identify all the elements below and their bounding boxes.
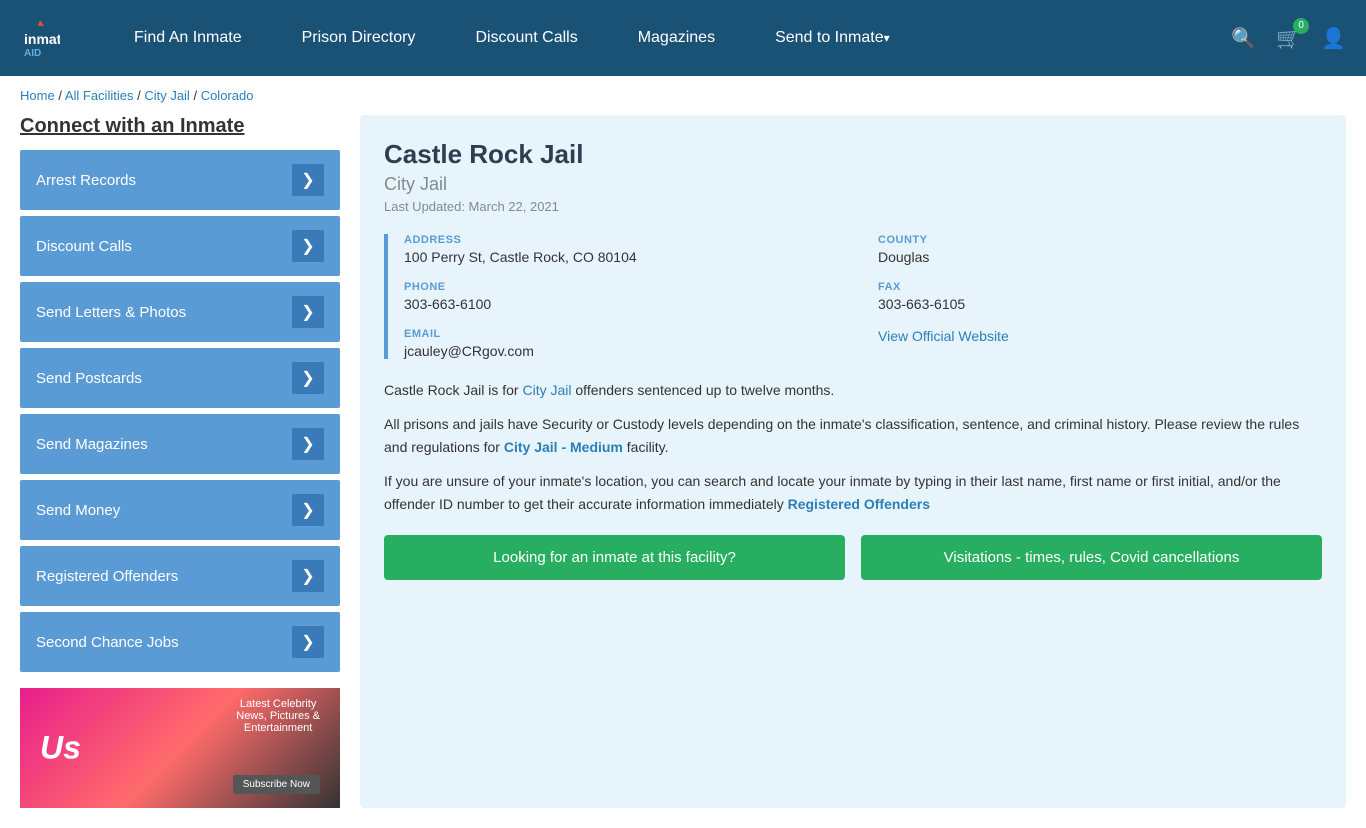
sidebar-item-label: Send Letters & Photos <box>36 304 186 321</box>
site-header: inmate AID Find An Inmate Prison Directo… <box>0 0 1366 76</box>
phone-block: PHONE 303-663-6100 <box>404 281 848 312</box>
breadcrumb-home[interactable]: Home <box>20 88 55 103</box>
facility-content: Castle Rock Jail City Jail Last Updated:… <box>360 115 1346 808</box>
sidebar-item-send-letters[interactable]: Send Letters & Photos ❯ <box>20 282 340 342</box>
phone-label: PHONE <box>404 281 848 293</box>
sidebar-ad[interactable]: Us Latest Celebrity News, Pictures & Ent… <box>20 688 340 808</box>
registered-offenders-link[interactable]: Registered Offenders <box>788 496 930 512</box>
website-link[interactable]: View Official Website <box>878 328 1009 344</box>
cart-icon[interactable]: 🛒 0 <box>1276 26 1301 51</box>
breadcrumb-all-facilities[interactable]: All Facilities <box>65 88 134 103</box>
breadcrumb: Home / All Facilities / City Jail / Colo… <box>0 76 1366 115</box>
arrow-icon: ❯ <box>292 494 324 526</box>
nav-send-to-inmate[interactable]: Send to Inmate <box>745 0 920 76</box>
website-block: View Official Website <box>878 328 1322 359</box>
fax-value: 303-663-6105 <box>878 296 1322 312</box>
action-buttons: Looking for an inmate at this facility? … <box>384 535 1322 580</box>
main-layout: Connect with an Inmate Arrest Records ❯ … <box>0 115 1366 828</box>
email-value: jcauley@CRgov.com <box>404 343 848 359</box>
county-value: Douglas <box>878 249 1322 265</box>
city-jail-link-1[interactable]: City Jail <box>522 382 571 398</box>
breadcrumb-city-jail[interactable]: City Jail <box>144 88 190 103</box>
arrow-icon: ❯ <box>292 164 324 196</box>
search-icon[interactable]: 🔍 <box>1231 26 1256 51</box>
desc-paragraph-2: All prisons and jails have Security or C… <box>384 413 1322 458</box>
sidebar-title: Connect with an Inmate <box>20 115 340 138</box>
facility-title: Castle Rock Jail <box>384 139 1322 170</box>
ad-logo: Us <box>40 730 81 767</box>
address-label: ADDRESS <box>404 234 848 246</box>
sidebar-item-discount-calls[interactable]: Discount Calls ❯ <box>20 216 340 276</box>
arrow-icon: ❯ <box>292 560 324 592</box>
sidebar-item-second-chance-jobs[interactable]: Second Chance Jobs ❯ <box>20 612 340 672</box>
sidebar-item-send-postcards[interactable]: Send Postcards ❯ <box>20 348 340 408</box>
sidebar-menu: Arrest Records ❯ Discount Calls ❯ Send L… <box>20 150 340 672</box>
fax-label: FAX <box>878 281 1322 293</box>
arrow-icon: ❯ <box>292 230 324 262</box>
sidebar-item-label: Registered Offenders <box>36 568 178 585</box>
info-section: ADDRESS 100 Perry St, Castle Rock, CO 80… <box>384 234 1322 359</box>
email-block: EMAIL jcauley@CRgov.com <box>404 328 848 359</box>
arrow-icon: ❯ <box>292 626 324 658</box>
sidebar-item-send-money[interactable]: Send Money ❯ <box>20 480 340 540</box>
cart-badge: 0 <box>1293 18 1309 34</box>
svg-text:inmate: inmate <box>24 31 60 47</box>
logo-area[interactable]: inmate AID <box>20 18 64 58</box>
info-grid: ADDRESS 100 Perry St, Castle Rock, CO 80… <box>404 234 1322 359</box>
address-block: ADDRESS 100 Perry St, Castle Rock, CO 80… <box>404 234 848 265</box>
sidebar-item-label: Send Money <box>36 502 120 519</box>
ad-text: Latest Celebrity News, Pictures & Entert… <box>236 698 320 734</box>
desc-paragraph-3: If you are unsure of your inmate's locat… <box>384 470 1322 515</box>
last-updated: Last Updated: March 22, 2021 <box>384 199 1322 214</box>
sidebar-item-send-magazines[interactable]: Send Magazines ❯ <box>20 414 340 474</box>
arrow-icon: ❯ <box>292 362 324 394</box>
ad-background: Us Latest Celebrity News, Pictures & Ent… <box>20 688 340 808</box>
breadcrumb-colorado[interactable]: Colorado <box>201 88 254 103</box>
sidebar-item-label: Send Magazines <box>36 436 148 453</box>
sidebar-item-registered-offenders[interactable]: Registered Offenders ❯ <box>20 546 340 606</box>
county-label: COUNTY <box>878 234 1322 246</box>
sidebar-item-label: Arrest Records <box>36 172 136 189</box>
visitations-button[interactable]: Visitations - times, rules, Covid cancel… <box>861 535 1322 580</box>
sidebar-item-label: Send Postcards <box>36 370 142 387</box>
facility-description: Castle Rock Jail is for City Jail offend… <box>384 379 1322 515</box>
phone-value: 303-663-6100 <box>404 296 848 312</box>
sidebar-item-arrest-records[interactable]: Arrest Records ❯ <box>20 150 340 210</box>
arrow-icon: ❯ <box>292 428 324 460</box>
nav-magazines[interactable]: Magazines <box>608 0 745 76</box>
find-inmate-button[interactable]: Looking for an inmate at this facility? <box>384 535 845 580</box>
address-value: 100 Perry St, Castle Rock, CO 80104 <box>404 249 848 265</box>
nav-prison-directory[interactable]: Prison Directory <box>272 0 446 76</box>
fax-block: FAX 303-663-6105 <box>878 281 1322 312</box>
arrow-icon: ❯ <box>292 296 324 328</box>
nav-discount-calls[interactable]: Discount Calls <box>445 0 607 76</box>
email-label: EMAIL <box>404 328 848 340</box>
header-icons: 🔍 🛒 0 👤 <box>1231 26 1346 51</box>
ad-subscribe-button[interactable]: Subscribe Now <box>233 775 320 794</box>
county-block: COUNTY Douglas <box>878 234 1322 265</box>
sidebar: Connect with an Inmate Arrest Records ❯ … <box>20 115 340 808</box>
facility-type: City Jail <box>384 174 1322 195</box>
sidebar-item-label: Second Chance Jobs <box>36 634 179 651</box>
user-icon[interactable]: 👤 <box>1321 26 1346 51</box>
city-jail-medium-link[interactable]: City Jail - Medium <box>504 439 623 455</box>
logo-icon: inmate AID <box>20 18 60 58</box>
sidebar-item-label: Discount Calls <box>36 238 132 255</box>
svg-text:AID: AID <box>24 48 41 58</box>
nav-find-inmate[interactable]: Find An Inmate <box>104 0 272 76</box>
main-nav: Find An Inmate Prison Directory Discount… <box>104 0 1231 76</box>
desc-paragraph-1: Castle Rock Jail is for City Jail offend… <box>384 379 1322 401</box>
